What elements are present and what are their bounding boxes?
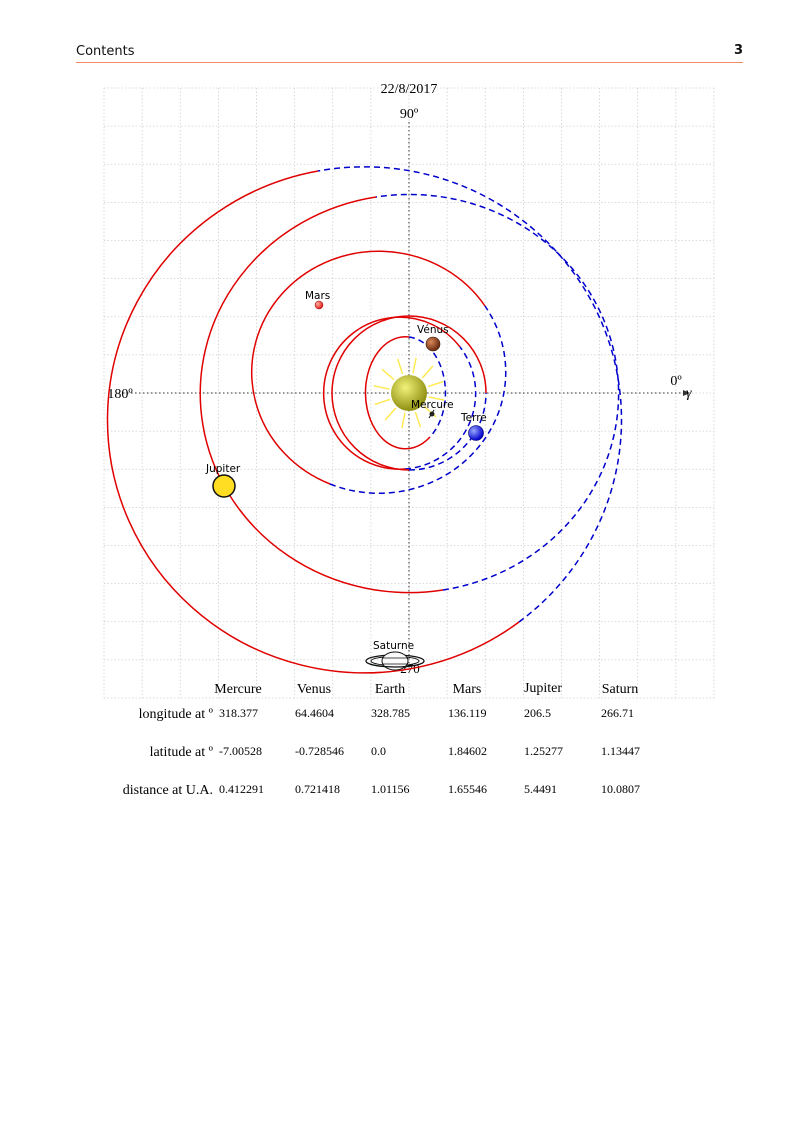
table-cell: 266.71 [601, 706, 634, 720]
diagram-date: 22/8/2017 [381, 82, 438, 97]
table-cell: 1.13447 [601, 744, 640, 758]
orbit-saturn [106, 166, 623, 674]
table-cell: 206.5 [524, 706, 551, 720]
table-cell: 5.4491 [524, 782, 557, 796]
earth-icon [468, 425, 484, 441]
angle-label-180: 180º [107, 387, 133, 402]
table-cell: -0.728546 [295, 744, 344, 758]
table-row-label: distance at U.A. [123, 783, 213, 798]
table-cell: 328.785 [371, 706, 410, 720]
table-cell: 136.119 [448, 706, 487, 720]
table-cell: -7.00528 [219, 744, 262, 758]
table-cell: 1.01156 [371, 782, 410, 796]
table-cell: 0.412291 [219, 782, 264, 796]
jupiter-label: Jupiter [205, 463, 241, 475]
orbit-mars [250, 250, 507, 494]
mars-icon [314, 300, 324, 310]
venus-icon [425, 336, 441, 352]
table-column-header: Saturn [602, 682, 639, 697]
table-column-header: Earth [375, 682, 405, 697]
table-cell: 10.0807 [601, 782, 640, 796]
table-column-header: Jupiter [524, 681, 562, 696]
vernal-point-symbol: γ [686, 386, 692, 401]
planet-data-table: Mercure Venus Earth Mars Jupiter Saturn longi… [123, 681, 640, 798]
table-row-label: longitude at º [139, 707, 214, 722]
table-cell: 1.25277 [524, 744, 563, 758]
table-column-header: Mars [453, 682, 482, 697]
angle-label-90: 90º [400, 107, 419, 122]
table-cell: 64.4604 [295, 706, 334, 720]
table-cell: 0.721418 [295, 782, 340, 796]
angle-label-0: 0º [670, 374, 682, 389]
saturn-label: Saturne [373, 640, 414, 652]
table-cell: 1.65546 [448, 782, 487, 796]
table-cell: 318.377 [219, 706, 258, 720]
jupiter-icon [212, 474, 236, 498]
table-row-label: latitude at º [150, 745, 214, 760]
table-cell: 1.84602 [448, 744, 487, 758]
table-cell: 0.0 [371, 744, 386, 758]
venus-label: Vénus [417, 324, 449, 336]
table-column-header: Venus [297, 682, 331, 697]
mercury-label: Mercure [411, 399, 454, 411]
orbit-diagram: 22/8/2017 90º 180º 0º γ 270 Mercure Vénu… [103, 82, 715, 798]
table-column-header: Mercure [214, 682, 261, 697]
earth-label: Terre [460, 412, 487, 424]
mars-label: Mars [305, 290, 330, 302]
